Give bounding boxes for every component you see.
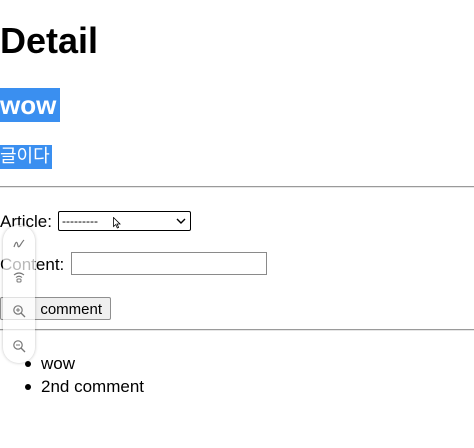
content-input[interactable] (71, 252, 267, 275)
zoom-in-icon[interactable] (12, 304, 26, 318)
pen-icon[interactable] (12, 237, 26, 251)
page-title: Detail (0, 20, 99, 61)
zoom-out-icon[interactable] (12, 339, 26, 353)
mouse-cursor-icon (113, 217, 121, 229)
article-content: 글이다 (0, 145, 52, 169)
article-title: wow (0, 88, 61, 122)
detail-page: Detail wow 글이다 Article: --------- Conten… (0, 0, 474, 448)
chevron-down-icon (176, 218, 186, 224)
floating-zoom-toolbar (3, 225, 35, 363)
wave-icon[interactable] (12, 270, 26, 284)
article-select-value: --------- (62, 214, 98, 228)
divider-bottom (0, 329, 474, 331)
divider-top (0, 186, 474, 188)
comment-item: 2nd comment (0, 375, 144, 398)
article-select[interactable]: --------- (58, 211, 191, 231)
